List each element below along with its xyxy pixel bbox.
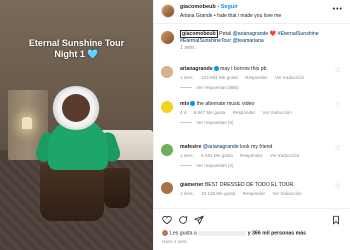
- comment-text: mafesire @arianagrande look my friend: [180, 144, 330, 151]
- comments-panel: giacomobeub • Seguir Ariana Grande • hat…: [153, 0, 350, 250]
- commenter-avatar[interactable]: [161, 182, 173, 194]
- verified-badge-icon: [190, 101, 196, 107]
- commenter-username[interactable]: giamerier: [180, 182, 203, 188]
- heart-emoji: ❤️: [268, 31, 278, 37]
- view-replies-button[interactable]: Ver respuestas (5): [180, 120, 234, 125]
- comment-text: giamerier BEST DRESSED DE TODO EL TOUR.: [180, 182, 330, 189]
- caption-line-2: Night 1 🩵: [54, 49, 99, 59]
- caption-username[interactable]: giacomobeub: [180, 30, 218, 38]
- post-video[interactable]: Eternal Sunshine Tour Night 1 🩵: [0, 0, 153, 250]
- lamp: [22, 117, 32, 129]
- reply-button[interactable]: Responder: [240, 153, 262, 158]
- comment-body: BEST DRESSED DE TODO EL TOUR.: [204, 182, 295, 188]
- translate-button[interactable]: Ver traducción: [275, 75, 304, 80]
- author-avatar-small[interactable]: [161, 31, 174, 44]
- flower-pot-small: [104, 168, 130, 208]
- commenter-avatar[interactable]: [161, 144, 173, 156]
- commenter-avatar[interactable]: [161, 101, 173, 113]
- comment-item: mtv the alternate music video 4 d 8.847 …: [154, 99, 350, 143]
- mention-link[interactable]: @arianagrande: [232, 31, 268, 37]
- share-icon[interactable]: [194, 215, 204, 225]
- view-replies-button[interactable]: Ver respuestas (886): [180, 85, 239, 90]
- caption-text: giacomobeub Petal @arianagrande ❤️ #Eter…: [180, 30, 340, 52]
- mention-link[interactable]: @teamariana: [233, 38, 264, 44]
- more-icon[interactable]: •••: [333, 6, 343, 13]
- comment-icon[interactable]: [178, 215, 188, 225]
- follow-button[interactable]: Seguir: [221, 4, 238, 10]
- commenter-username[interactable]: mafesire: [180, 144, 201, 150]
- post-time: Hace 1 sem.: [162, 239, 188, 244]
- translate-button[interactable]: Ver traducción: [272, 191, 301, 196]
- comment-meta: 1 sem. 10.138 Me gusta Responder Ver tra…: [180, 191, 308, 196]
- author-username[interactable]: giacomobeub: [180, 4, 216, 10]
- caption-time: 1 sem.: [180, 45, 196, 51]
- commenter-username[interactable]: mtv: [180, 101, 189, 107]
- liker-avatar: [162, 230, 168, 236]
- heart-icon[interactable]: ♡: [335, 146, 341, 152]
- heart-icon[interactable]: ♡: [335, 68, 341, 74]
- audio-track[interactable]: Ariana Grande • hate that i made you lov…: [180, 13, 281, 19]
- likes-summary[interactable]: Les gusta a y 366 mil personas más: [162, 230, 306, 236]
- hashtag-link[interactable]: #EternalSunshine: [278, 31, 319, 37]
- comment-body: the alternate music video: [196, 101, 255, 107]
- verified-badge-icon: [213, 66, 219, 72]
- comment-likes[interactable]: 124.961 Me gusta: [201, 75, 238, 80]
- comment-meta: 1 sem. 6.481 Me gusta Responder Ver trad…: [180, 153, 305, 158]
- comment-body: look my friend: [238, 144, 273, 150]
- post-header: giacomobeub • Seguir Ariana Grande • hat…: [154, 0, 350, 24]
- translate-button[interactable]: Ver traducción: [262, 110, 291, 115]
- author-avatar[interactable]: [161, 4, 175, 18]
- author-line: giacomobeub • Seguir: [180, 4, 238, 10]
- separator-dot: •: [217, 4, 220, 10]
- comment-likes[interactable]: 8.847 Me gusta: [194, 110, 226, 115]
- heart-icon[interactable]: ♡: [335, 103, 341, 109]
- reply-button[interactable]: Responder: [243, 191, 265, 196]
- heart-icon[interactable]: [162, 215, 172, 225]
- heart-icon[interactable]: ♡: [335, 184, 341, 190]
- face: [62, 94, 90, 122]
- reply-button[interactable]: Responder: [245, 75, 267, 80]
- commenter-avatar[interactable]: [161, 66, 173, 78]
- mention-link[interactable]: @arianagrande: [203, 144, 239, 150]
- comment-likes[interactable]: 10.138 Me gusta: [201, 191, 235, 196]
- likes-prefix: Les gusta a: [170, 230, 199, 237]
- view-replies-button[interactable]: Ver respuestas (2): [180, 163, 234, 168]
- comment-time: 4 d: [180, 110, 187, 115]
- likes-count[interactable]: y 366 mil personas más: [248, 230, 306, 236]
- action-bar: Les gusta a y 366 mil personas más Hace …: [154, 208, 350, 250]
- reply-button[interactable]: Responder: [233, 110, 255, 115]
- comment-time: 1 sem.: [180, 191, 194, 196]
- commenter-username[interactable]: arianagrande: [180, 66, 213, 72]
- comment-likes[interactable]: 6.481 Me gusta: [201, 153, 233, 158]
- bookmark-icon[interactable]: [331, 215, 341, 225]
- translate-button[interactable]: Ver traducción: [270, 153, 299, 158]
- post-caption: giacomobeub Petal @arianagrande ❤️ #Eter…: [154, 28, 350, 60]
- liker-username-blur: [198, 230, 247, 236]
- caption-line-1: Eternal Sunshine Tour: [28, 38, 125, 48]
- comment-meta: 1 sem. 124.961 Me gusta Responder Ver tr…: [180, 75, 310, 80]
- caption-word: Petal: [217, 31, 233, 37]
- comment-text: arianagrande may i borrow this pb: [180, 66, 330, 73]
- comment-time: 1 sem.: [180, 75, 194, 80]
- comment-time: 1 sem.: [180, 153, 194, 158]
- video-caption: Eternal Sunshine Tour Night 1 🩵: [0, 38, 153, 60]
- hashtag-link[interactable]: #EternalSunshineTour: [180, 38, 231, 44]
- comment-meta: 4 d 8.847 Me gusta Responder Ver traducc…: [180, 110, 298, 115]
- comment-text: mtv the alternate music video: [180, 101, 330, 108]
- flower-pot: [40, 163, 104, 221]
- comment-body: may i borrow this pb: [220, 66, 267, 72]
